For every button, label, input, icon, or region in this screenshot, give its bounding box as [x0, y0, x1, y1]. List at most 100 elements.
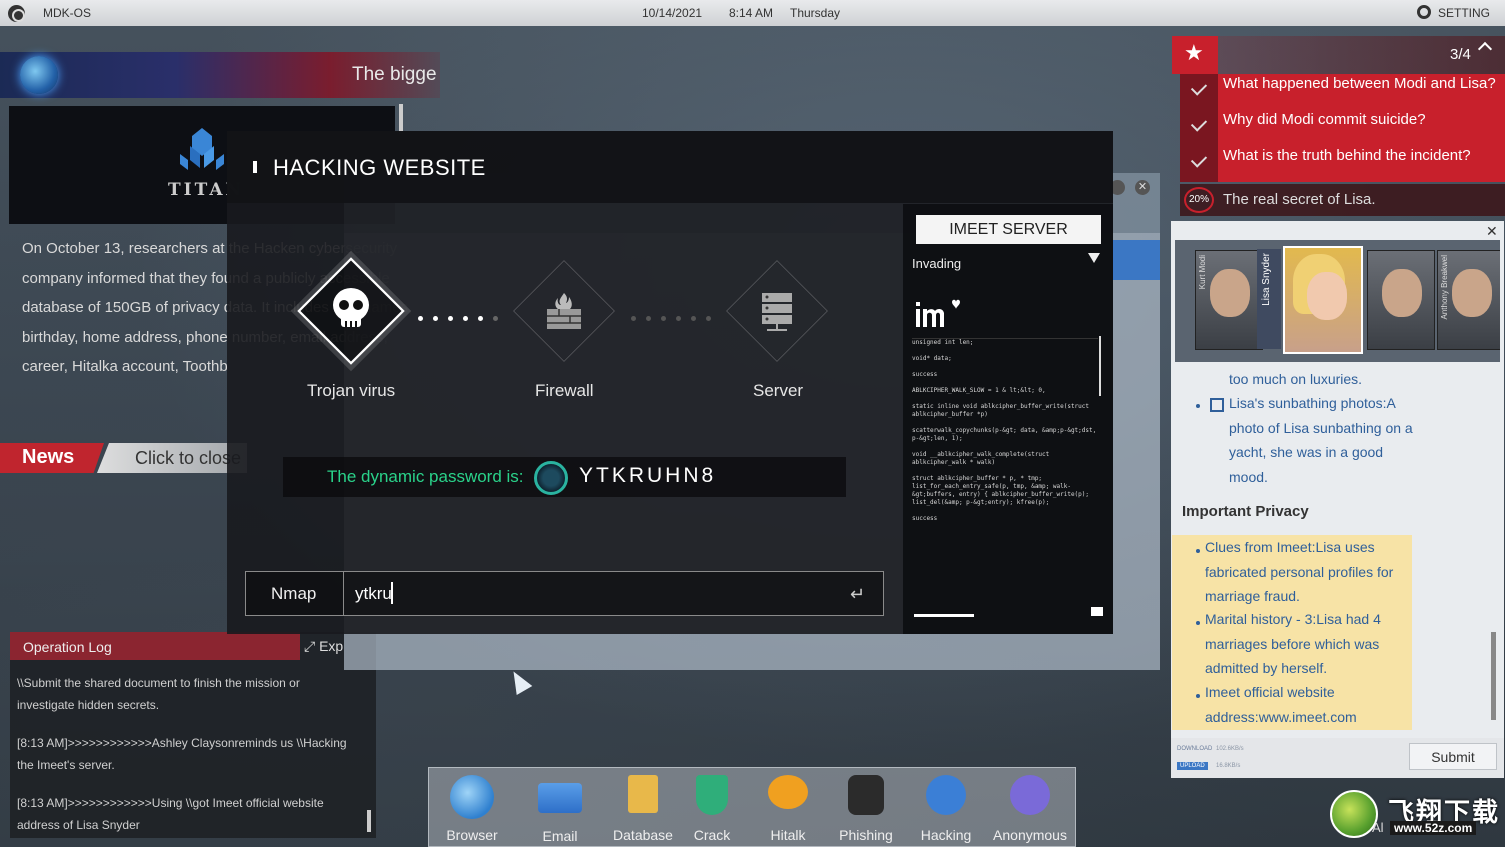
- privacy-item[interactable]: Marital history - 3:Lisa had 4 marriages…: [1205, 607, 1410, 681]
- command-input[interactable]: [346, 573, 836, 614]
- log-entry: \\Submit the shared document to finish t…: [17, 676, 300, 712]
- privacy-section-title: Important Privacy: [1182, 503, 1309, 520]
- dock-app-hacking[interactable]: Hacking: [916, 775, 976, 843]
- watermark-url: www.52z.com: [1390, 821, 1477, 835]
- evidence-item[interactable]: too much on luxuries.: [1229, 367, 1429, 392]
- task-text: The real secret of Lisa.: [1223, 191, 1376, 208]
- suspect-photo-lisa[interactable]: [1283, 246, 1363, 354]
- dock-app-label: Anonymous: [993, 827, 1067, 843]
- expand-label: Exp: [319, 638, 344, 654]
- gear-icon[interactable]: [1417, 5, 1431, 19]
- code-line: unsigned int len;: [912, 339, 974, 346]
- operation-log-scrollbar[interactable]: [367, 810, 371, 832]
- download-label: DOWNLOAD: [1177, 746, 1213, 752]
- os-logo-icon[interactable]: [8, 5, 25, 22]
- bullet: [1196, 549, 1200, 553]
- server-status: Invading: [912, 256, 962, 271]
- submit-button[interactable]: Submit: [1409, 743, 1497, 770]
- code-line: struct ablkcipher_buffer * p, * tmp; lis…: [912, 475, 1090, 506]
- news-label-text: News: [22, 446, 75, 468]
- operation-log-entries: \\Submit the shared document to finish t…: [17, 672, 357, 847]
- task-item[interactable]: What happened between Modi and Lisa?: [1180, 74, 1505, 110]
- code-line: void* data;: [912, 355, 952, 362]
- imeet-logo-icon: [916, 299, 960, 327]
- password-label: The dynamic password is:: [327, 467, 524, 486]
- operation-log-header: Operation Log: [10, 632, 300, 660]
- app-dock: [428, 767, 1076, 847]
- close-icon[interactable]: ✕: [1486, 223, 1498, 240]
- check-icon: [1180, 110, 1218, 146]
- watermark-logo-icon: [1330, 790, 1378, 838]
- token-icon: [534, 461, 568, 495]
- dock-app-crack[interactable]: Crack: [690, 775, 734, 843]
- dock-app-anonymous[interactable]: Anonymous: [990, 775, 1070, 843]
- hacker-icon: [848, 775, 884, 815]
- star-icon[interactable]: ★: [1172, 36, 1218, 74]
- node-label-server: Server: [753, 381, 804, 400]
- dock-app-label: Database: [613, 827, 673, 843]
- server-progress-bar: [914, 614, 974, 617]
- hacking-title: HACKING WEBSITE: [273, 155, 486, 180]
- task-item-active[interactable]: 20% The real secret of Lisa.: [1180, 184, 1505, 216]
- privacy-item[interactable]: Clues from Imeet:Lisa uses fabricated pe…: [1205, 535, 1410, 609]
- node-firewall[interactable]: [513, 260, 615, 362]
- dock-app-browser[interactable]: Browser: [444, 775, 500, 843]
- node-trojan-virus[interactable]: [297, 257, 405, 365]
- operation-log-expand-button[interactable]: ⤢ Exp: [304, 638, 343, 655]
- news-headline: The bigge: [352, 64, 437, 85]
- dock-app-hitalk[interactable]: Hitalk: [764, 775, 812, 843]
- face: [1382, 269, 1422, 317]
- dock-app-phishing[interactable]: Phishing: [836, 775, 896, 843]
- evidence-item[interactable]: Lisa's sunbathing photos:A photo of Lisa…: [1229, 391, 1414, 489]
- suspect-photo[interactable]: Kurt Modi: [1195, 250, 1263, 350]
- server-scrollbar[interactable]: [1099, 336, 1101, 396]
- progress-dots-2: [631, 308, 721, 321]
- code-line: success: [912, 515, 938, 522]
- skull-icon: [333, 288, 369, 327]
- check-icon: [1180, 146, 1218, 182]
- news-close-button[interactable]: Click to close: [97, 443, 247, 473]
- tool-selector[interactable]: Nmap: [246, 572, 344, 615]
- setting-button[interactable]: SETTING: [1438, 6, 1490, 20]
- code-line: ABLKCIPHER_WALK_SLOW = 1 & lt;&lt; 0,: [912, 387, 1046, 394]
- imeet-server-button[interactable]: IMEET SERVER: [916, 215, 1101, 244]
- task-item[interactable]: What is the truth behind the incident?: [1180, 146, 1505, 182]
- code-line: static inline void ablkcipher_buffer_wri…: [912, 403, 1090, 418]
- title-marker: [253, 161, 257, 173]
- task-text: Why did Modi commit suicide?: [1218, 110, 1505, 146]
- task-text: What happened between Modi and Lisa?: [1218, 74, 1505, 110]
- face: [1307, 272, 1347, 320]
- server-icon: [762, 293, 792, 331]
- evidence-scrollbar[interactable]: [1491, 632, 1496, 720]
- system-time: 8:14 AM: [729, 6, 774, 20]
- close-icon[interactable]: ✕: [1135, 180, 1150, 195]
- news-scrollbar[interactable]: [399, 104, 403, 134]
- firewall-icon: [547, 293, 581, 329]
- dock-app-label: Browser: [446, 827, 498, 843]
- node-server[interactable]: [726, 260, 828, 362]
- phone-icon: [1010, 775, 1050, 815]
- bullet: [1196, 404, 1200, 408]
- upload-speed: 16.8KB/s: [1216, 763, 1241, 769]
- suspect-photo[interactable]: Anthony Breakwel: [1437, 250, 1500, 350]
- triangle-down-icon[interactable]: [1088, 253, 1100, 263]
- task-item[interactable]: Why did Modi commit suicide?: [1180, 110, 1505, 146]
- enter-icon[interactable]: ↵: [850, 584, 865, 605]
- privacy-item[interactable]: Imeet official website address:www.imeet…: [1205, 680, 1410, 729]
- password-value: YTKRUHN8: [579, 464, 717, 487]
- dock-app-database[interactable]: Database: [612, 775, 674, 843]
- face: [1452, 269, 1492, 317]
- top-bar: MDK-OS 10/14/2021 8:14 AM Thursday SETTI…: [0, 0, 1505, 26]
- node-label-firewall: Firewall: [535, 381, 594, 400]
- lisa-name-tag: Lisa Snyder: [1257, 249, 1281, 349]
- lisa-name: Lisa Snyder: [1261, 253, 1272, 306]
- image-icon: [1210, 398, 1224, 412]
- dock-app-email[interactable]: Email: [532, 775, 588, 844]
- server-square-icon: [1091, 607, 1103, 616]
- suspect-photo[interactable]: [1367, 250, 1435, 350]
- bullet: [1196, 694, 1200, 698]
- task-text: What is the truth behind the incident?: [1218, 146, 1505, 182]
- task-count: 3/4: [1450, 46, 1471, 63]
- task-progress: 20%: [1184, 187, 1214, 213]
- watermark-prefix: Al: [1372, 820, 1384, 835]
